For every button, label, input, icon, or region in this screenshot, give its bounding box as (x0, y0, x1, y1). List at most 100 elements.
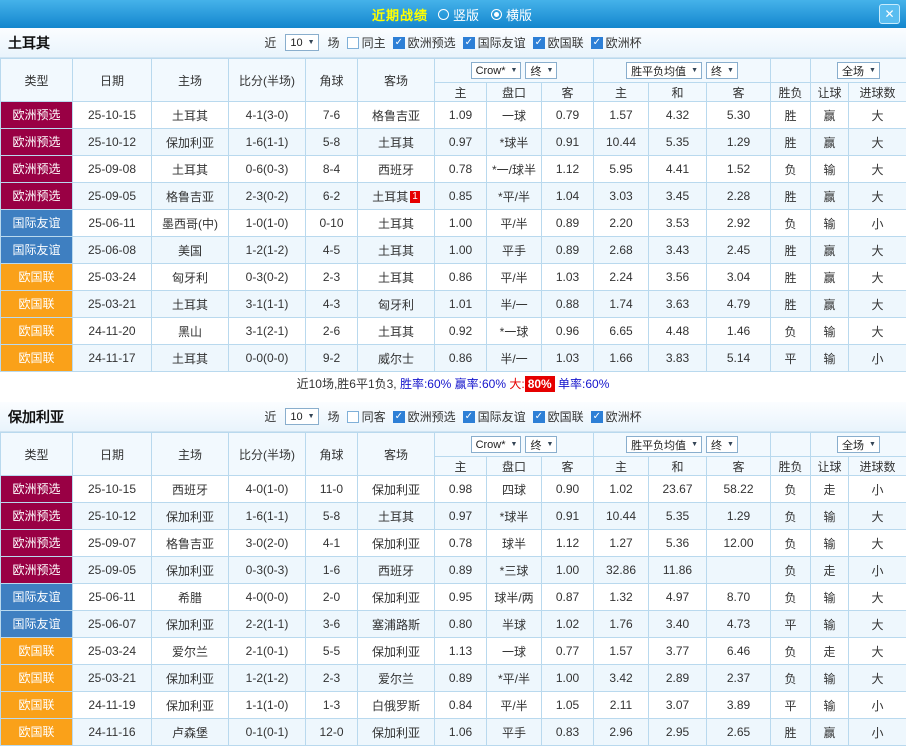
scope-select[interactable]: 全场 (837, 62, 880, 79)
handicap-result-cell: 赢 (811, 237, 849, 264)
goals-result-cell: 大 (849, 102, 906, 129)
away-team-cell: 土耳其 (358, 129, 435, 156)
handicap-result-cell: 输 (811, 503, 849, 530)
checkbox-checked-icon[interactable] (591, 411, 603, 423)
team-section-bulgaria: 保加利亚 近 10 场 同客 欧洲预选 国际友谊 欧国联 欧洲杯 类型 (0, 402, 906, 746)
match-count-select[interactable]: 10 (285, 34, 318, 51)
league-filter-2[interactable]: 欧国联 (533, 34, 584, 51)
odds-home-cell: 0.97 (435, 129, 487, 156)
date-cell: 25-09-07 (73, 530, 152, 557)
same-venue-filter[interactable]: 同主 (347, 34, 386, 51)
radio-horizontal-layout[interactable] (491, 9, 502, 20)
avg-away-cell: 5.30 (707, 102, 771, 129)
corner-cell: 4-1 (306, 530, 358, 557)
result-cell: 负 (771, 476, 811, 503)
final-odds-select[interactable]: 终 (525, 436, 557, 453)
home-team-cell: 保加利亚 (152, 692, 229, 719)
odds-away-cell: 0.77 (542, 638, 594, 665)
near-label: 近 (264, 408, 276, 425)
vertical-layout-label[interactable]: 竖版 (453, 5, 479, 24)
sub-col-odds-away: 客 (542, 457, 594, 476)
checkbox-unchecked-icon[interactable] (347, 37, 359, 49)
avg-home-cell: 6.65 (594, 318, 649, 345)
league-filter-label: 欧国联 (548, 408, 584, 425)
league-filter-1[interactable]: 国际友谊 (463, 34, 526, 51)
section-header-bar: 保加利亚 近 10 场 同客 欧洲预选 国际友谊 欧国联 欧洲杯 (0, 402, 906, 432)
league-filter-2[interactable]: 欧国联 (533, 408, 584, 425)
league-filter-0[interactable]: 欧洲预选 (393, 408, 456, 425)
scope-select[interactable]: 全场 (837, 436, 880, 453)
odds-home-cell: 0.78 (435, 530, 487, 557)
goals-result-cell: 大 (849, 584, 906, 611)
league-filter-3[interactable]: 欧洲杯 (591, 34, 642, 51)
away-team-cell: 保加利亚 (358, 584, 435, 611)
avg-away-cell (707, 557, 771, 584)
summary-segment: 大: (509, 377, 524, 391)
league-filter-1[interactable]: 国际友谊 (463, 408, 526, 425)
league-filter-0[interactable]: 欧洲预选 (393, 34, 456, 51)
avg-home-cell: 3.42 (594, 665, 649, 692)
home-team-cell: 土耳其 (152, 291, 229, 318)
close-icon[interactable]: ✕ (879, 4, 900, 24)
league-badge: 欧洲预选 (1, 102, 72, 128)
score-cell: 0-3(0-3) (229, 557, 306, 584)
checkbox-unchecked-icon[interactable] (347, 411, 359, 423)
checkbox-checked-icon[interactable] (533, 37, 545, 49)
avg-group-header: 胜平负均值终 (594, 433, 771, 457)
same-venue-label: 同主 (362, 34, 386, 51)
handicap-result-cell: 赢 (811, 264, 849, 291)
checkbox-checked-icon[interactable] (463, 411, 475, 423)
avg-odds-select[interactable]: 胜平负均值 (626, 62, 702, 79)
league-filter-3[interactable]: 欧洲杯 (591, 408, 642, 425)
checkbox-checked-icon[interactable] (533, 411, 545, 423)
home-team-cell: 保加利亚 (152, 665, 229, 692)
result-cell: 负 (771, 665, 811, 692)
away-team-cell: 保加利亚 (358, 476, 435, 503)
score-cell: 1-0(1-0) (229, 210, 306, 237)
handicap-cell: *三球 (487, 557, 542, 584)
avg-draw-cell: 5.35 (649, 129, 707, 156)
select-value: 终 (711, 63, 722, 79)
corner-cell: 11-0 (306, 476, 358, 503)
handicap-cell: 半/一 (487, 345, 542, 372)
result-cell: 胜 (771, 102, 811, 129)
final-avg-select[interactable]: 终 (706, 436, 738, 453)
odds-home-cell: 0.86 (435, 264, 487, 291)
same-venue-label: 同客 (362, 408, 386, 425)
radio-vertical-layout[interactable] (438, 9, 449, 20)
bookmaker-select[interactable]: Crow* (471, 436, 522, 453)
final-avg-select[interactable]: 终 (706, 62, 738, 79)
league-badge: 欧洲预选 (1, 183, 72, 209)
summary-segment: 80% (525, 376, 555, 392)
result-cell: 负 (771, 557, 811, 584)
col-away: 客场 (358, 59, 435, 102)
odds-away-cell: 0.79 (542, 102, 594, 129)
away-team-cell: 保加利亚 (358, 530, 435, 557)
corner-cell: 1-6 (306, 557, 358, 584)
checkbox-checked-icon[interactable] (591, 37, 603, 49)
handicap-result-cell: 赢 (811, 183, 849, 210)
final-odds-select[interactable]: 终 (525, 62, 557, 79)
handicap-result-cell: 输 (811, 665, 849, 692)
odds-home-cell: 0.92 (435, 318, 487, 345)
avg-odds-select[interactable]: 胜平负均值 (626, 436, 702, 453)
league-cell: 欧洲预选 (1, 183, 73, 210)
sub-col-avg-home: 主 (594, 83, 649, 102)
handicap-cell: 平手 (487, 237, 542, 264)
avg-home-cell: 2.20 (594, 210, 649, 237)
same-venue-filter[interactable]: 同客 (347, 408, 386, 425)
horizontal-layout-label[interactable]: 横版 (506, 5, 532, 24)
checkbox-checked-icon[interactable] (463, 37, 475, 49)
league-badge: 欧国联 (1, 692, 72, 718)
handicap-result-cell: 走 (811, 557, 849, 584)
match-count-select[interactable]: 10 (285, 408, 318, 425)
avg-home-cell: 1.02 (594, 476, 649, 503)
league-cell: 欧国联 (1, 692, 73, 719)
odds-home-cell: 0.84 (435, 692, 487, 719)
checkbox-checked-icon[interactable] (393, 37, 405, 49)
checkbox-checked-icon[interactable] (393, 411, 405, 423)
avg-draw-cell: 4.48 (649, 318, 707, 345)
goals-result-cell: 小 (849, 557, 906, 584)
bookmaker-select[interactable]: Crow* (471, 62, 522, 79)
avg-home-cell: 1.32 (594, 584, 649, 611)
